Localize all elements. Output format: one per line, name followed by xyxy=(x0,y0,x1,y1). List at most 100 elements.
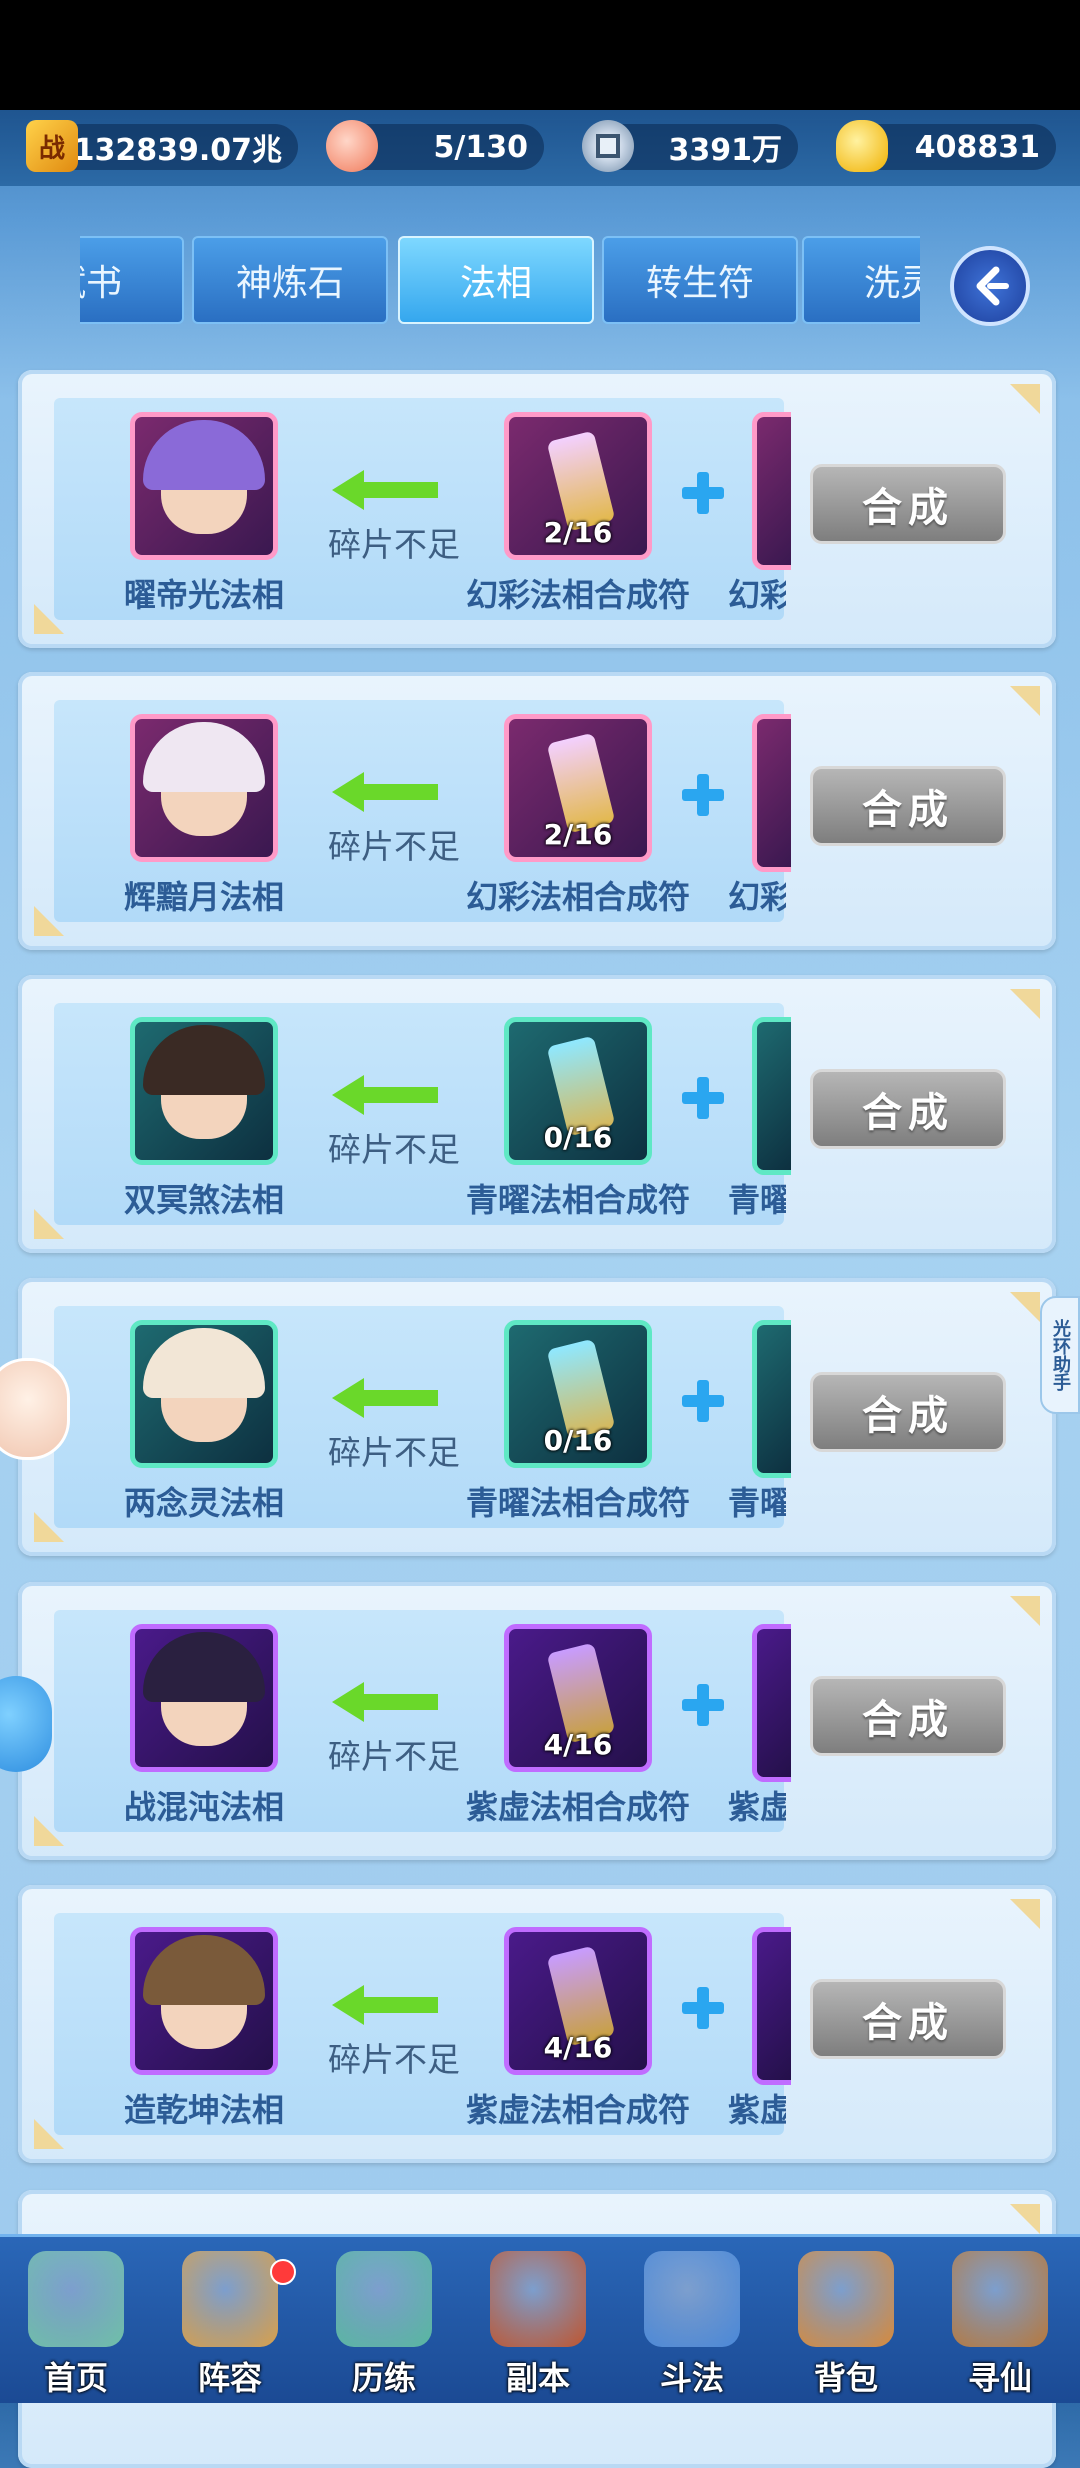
nav-label: 首页 xyxy=(43,2359,108,2397)
resource-bar: 战 132839.07兆 5/130 3391万 408831 xyxy=(0,110,1080,186)
faxiang-portrait[interactable] xyxy=(130,1624,278,1772)
faxiang-name: 辉黯月法相 xyxy=(123,878,284,916)
dungeon-icon xyxy=(490,2251,586,2347)
synthesis-talisman-item[interactable]: 2/16 xyxy=(504,412,652,560)
material-count: 2/16 xyxy=(543,818,613,851)
nav-label: 寻仙 xyxy=(967,2359,1032,2397)
nav-label: 阵容 xyxy=(197,2359,262,2397)
second-material-item[interactable] xyxy=(752,1017,791,1175)
corner-ornament xyxy=(34,2119,64,2149)
tab-zhuanshengfu[interactable]: 转生符 xyxy=(602,236,798,324)
merge-button[interactable]: 合成 xyxy=(810,1069,1006,1149)
floating-pet-icon[interactable] xyxy=(0,1358,70,1460)
plus-icon xyxy=(680,1075,726,1121)
faxiang-name: 战混沌法相 xyxy=(123,1788,284,1826)
corner-ornament xyxy=(1010,989,1040,1019)
material-count: 0/16 xyxy=(543,1424,613,1457)
status-text: 碎片不足 xyxy=(328,827,460,866)
synthesis-talisman-item[interactable]: 4/16 xyxy=(504,1927,652,2075)
corner-ornament xyxy=(1010,686,1040,716)
tab-fushu[interactable]: 赋书 xyxy=(80,236,184,324)
bottom-nav: 首页 阵容 历练 副本 斗法 背包 寻仙 xyxy=(0,2234,1080,2403)
back-button[interactable] xyxy=(950,246,1030,326)
faxiang-portrait[interactable] xyxy=(130,1017,278,1165)
material-count: 2/16 xyxy=(543,516,613,549)
second-material-item[interactable] xyxy=(752,714,791,872)
peach-icon xyxy=(326,120,378,172)
training-icon xyxy=(336,2251,432,2347)
nav-item[interactable]: 斗法 xyxy=(616,2237,768,2403)
faxiang-portrait[interactable] xyxy=(130,412,278,560)
second-material-item[interactable] xyxy=(752,1927,791,2085)
floating-chat-icon[interactable] xyxy=(0,1676,52,1772)
category-tabs: 赋书 神炼石 法相 转生符 洗灵 xyxy=(80,236,920,328)
arrow-left-icon xyxy=(332,470,438,510)
home-icon xyxy=(28,2251,124,2347)
merge-button[interactable]: 合成 xyxy=(810,464,1006,544)
material-name: 紫虚法相合成符 xyxy=(465,2091,690,2129)
status-text: 碎片不足 xyxy=(328,1130,460,1169)
nav-item[interactable]: 阵容 xyxy=(154,2237,306,2403)
recipe-card: 战混沌法相 碎片不足 4/16 紫虚法相合成符 紫虚 合成 xyxy=(18,1582,1056,1860)
faxiang-portrait[interactable] xyxy=(130,1320,278,1468)
gold-ingot-icon xyxy=(836,120,888,172)
synthesis-talisman-item[interactable]: 0/16 xyxy=(504,1017,652,1165)
synthesis-talisman-item[interactable]: 2/16 xyxy=(504,714,652,862)
nav-item[interactable]: 背包 xyxy=(770,2237,922,2403)
battle-power-value: 132839.07兆 xyxy=(73,133,282,168)
arrow-left-icon xyxy=(332,772,438,812)
material-count: 0/16 xyxy=(543,1121,613,1154)
status-text: 碎片不足 xyxy=(328,1737,460,1776)
tab-shenlianshi[interactable]: 神炼石 xyxy=(192,236,388,324)
stamina-value: 5/130 xyxy=(433,129,528,165)
material-name: 青曜法相合成符 xyxy=(465,1181,690,1219)
battle-power-icon: 战 xyxy=(26,120,78,172)
faxiang-name: 曜帝光法相 xyxy=(123,576,284,614)
silver-display[interactable]: 3391万 xyxy=(582,120,798,172)
second-material-item[interactable] xyxy=(752,412,791,570)
nav-label: 斗法 xyxy=(659,2359,724,2397)
second-material-name: 幻彩 xyxy=(728,576,786,614)
nav-label: 背包 xyxy=(813,2359,878,2397)
helper-side-tab[interactable]: 光环助手 xyxy=(1040,1296,1080,1414)
corner-ornament xyxy=(34,1512,64,1542)
recipe-card: 双冥煞法相 碎片不足 0/16 青曜法相合成符 青曜 合成 xyxy=(18,975,1056,1253)
gold-value: 408831 xyxy=(914,129,1040,165)
corner-ornament xyxy=(1010,1596,1040,1626)
tab-faxiang[interactable]: 法相 xyxy=(398,236,594,324)
nav-item[interactable]: 寻仙 xyxy=(924,2237,1076,2403)
corner-ornament xyxy=(34,1209,64,1239)
stamina-display[interactable]: 5/130 xyxy=(326,120,544,172)
material-name: 幻彩法相合成符 xyxy=(465,878,690,916)
second-material-item[interactable] xyxy=(752,1320,791,1478)
tab-xiling[interactable]: 洗灵 xyxy=(802,236,920,324)
plus-icon xyxy=(680,470,726,516)
status-bar xyxy=(0,0,1080,110)
notification-dot xyxy=(270,2259,296,2285)
merge-button[interactable]: 合成 xyxy=(810,1979,1006,2059)
material-name: 幻彩法相合成符 xyxy=(465,576,690,614)
recipe-card: 造乾坤法相 碎片不足 4/16 紫虚法相合成符 紫虚 合成 xyxy=(18,1885,1056,2163)
portrait-face xyxy=(143,1328,265,1442)
silver-value: 3391万 xyxy=(668,133,783,168)
nav-item[interactable]: 副本 xyxy=(462,2237,614,2403)
merge-button[interactable]: 合成 xyxy=(810,1372,1006,1452)
second-material-item[interactable] xyxy=(752,1624,791,1782)
portrait-face xyxy=(143,1935,265,2049)
synthesis-talisman-item[interactable]: 4/16 xyxy=(504,1624,652,1772)
status-text: 碎片不足 xyxy=(328,1433,460,1472)
nav-item[interactable]: 历练 xyxy=(308,2237,460,2403)
nav-item[interactable]: 首页 xyxy=(0,2237,152,2403)
corner-ornament xyxy=(1010,384,1040,414)
plus-icon xyxy=(680,1682,726,1728)
merge-button[interactable]: 合成 xyxy=(810,1676,1006,1756)
faxiang-name: 两念灵法相 xyxy=(123,1484,284,1522)
recipe-card: 两念灵法相 碎片不足 0/16 青曜法相合成符 青曜 合成 xyxy=(18,1278,1056,1556)
synthesis-talisman-item[interactable]: 0/16 xyxy=(504,1320,652,1468)
corner-ornament xyxy=(34,1816,64,1846)
plus-icon xyxy=(680,1985,726,2031)
faxiang-portrait[interactable] xyxy=(130,1927,278,2075)
faxiang-portrait[interactable] xyxy=(130,714,278,862)
gold-display[interactable]: 408831 xyxy=(836,120,1056,172)
merge-button[interactable]: 合成 xyxy=(810,766,1006,846)
